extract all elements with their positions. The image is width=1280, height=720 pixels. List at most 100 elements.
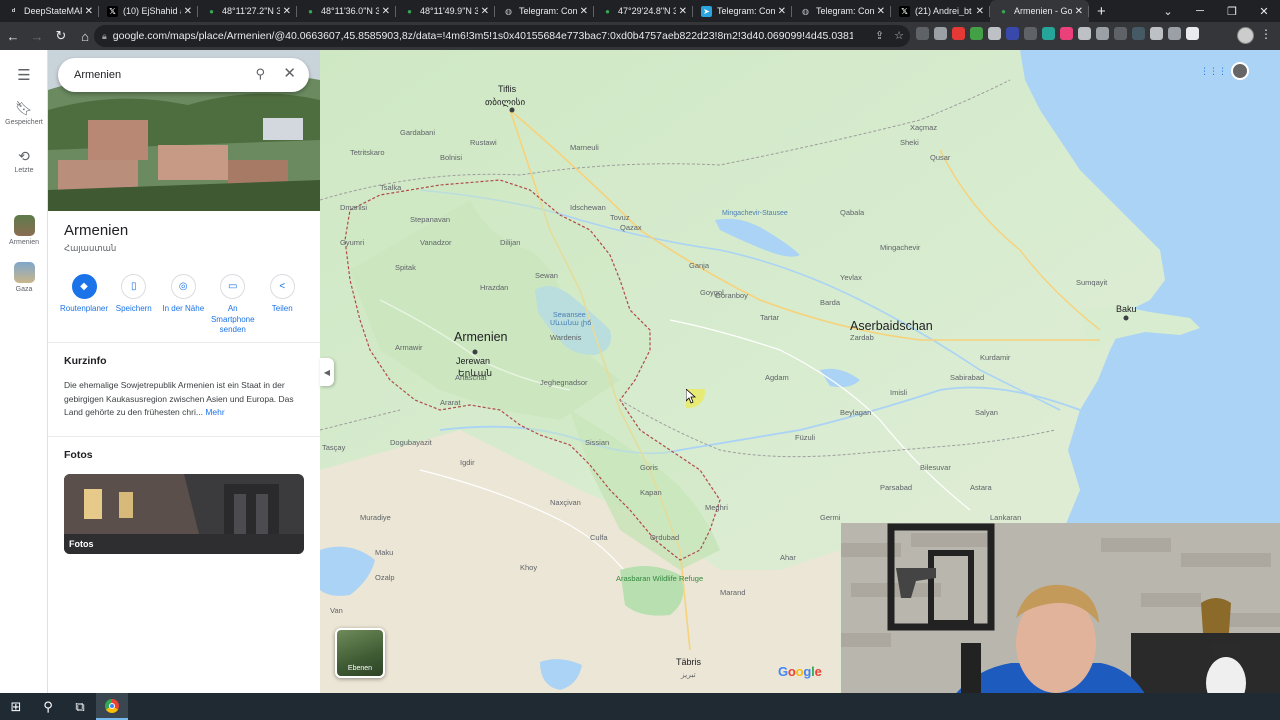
extension-icon[interactable] xyxy=(916,27,929,40)
nearby-button[interactable]: ◎ In der Nähe xyxy=(160,274,208,336)
layers-button[interactable]: Ebenen xyxy=(335,628,385,678)
rail-gaza[interactable]: Gaza xyxy=(0,262,48,293)
label-lake-sevan[interactable]: Sewansee xyxy=(553,312,586,319)
map-place-label[interactable]: Xaçmaz xyxy=(910,123,937,132)
extension-icon[interactable] xyxy=(1096,27,1109,40)
map-place-label[interactable]: Armawir xyxy=(395,343,423,352)
map-place-label[interactable]: Kurdamir xyxy=(980,353,1011,362)
map-place-label[interactable]: Mingachevir xyxy=(880,243,921,252)
extension-icon[interactable] xyxy=(970,27,983,40)
search-input[interactable] xyxy=(74,69,244,81)
tab-close-icon[interactable]: ✕ xyxy=(877,6,885,17)
browser-tab[interactable]: ● 48°11'27.2"N 3 ✕ xyxy=(198,0,297,22)
extension-icon[interactable] xyxy=(1042,27,1055,40)
extensions-puzzle-icon[interactable] xyxy=(1150,27,1163,40)
browser-tab[interactable]: ◍ Telegram: Cont ✕ xyxy=(495,0,594,22)
browser-tab[interactable]: ➤ Telegram: Cont ✕ xyxy=(693,0,792,22)
label-tabriz[interactable]: Täbris xyxy=(676,657,702,667)
restore-button[interactable]: ❐ xyxy=(1216,5,1248,18)
minimize-button[interactable]: ─ xyxy=(1184,5,1216,17)
map-place-label[interactable]: Wardenis xyxy=(550,333,582,342)
map-place-label[interactable]: Bolnisi xyxy=(440,153,462,162)
browser-tab[interactable]: ● 48°11'36.0"N 3 ✕ xyxy=(297,0,396,22)
reading-list-icon[interactable] xyxy=(1168,27,1181,40)
map-place-label[interactable]: Marand xyxy=(720,588,745,597)
map-place-label[interactable]: Sabirabad xyxy=(950,373,984,382)
chrome-menu-icon[interactable]: ⋮ xyxy=(1260,27,1272,41)
browser-tab[interactable]: ◍ Telegram: Cont ✕ xyxy=(792,0,891,22)
map-place-label[interactable]: Tetritskaro xyxy=(350,148,385,157)
task-view-button[interactable]: ⧉ xyxy=(64,693,96,720)
extension-icon[interactable] xyxy=(952,27,965,40)
extension-icon[interactable] xyxy=(1060,27,1073,40)
map-place-label[interactable]: Ahar xyxy=(780,553,796,562)
share-page-icon[interactable]: ⇪ xyxy=(875,29,884,42)
close-window-button[interactable]: ✕ xyxy=(1248,5,1280,18)
map-place-label[interactable]: Astara xyxy=(970,483,993,492)
apps-grid-icon[interactable]: ⋮⋮⋮ xyxy=(1200,66,1227,77)
map-place-label[interactable]: Idschewan xyxy=(570,203,606,212)
map-place-label[interactable]: Khoy xyxy=(520,563,537,572)
save-button[interactable]: ▯ Speichern xyxy=(110,274,158,336)
chrome-app[interactable] xyxy=(96,693,128,720)
tbilisi-dot[interactable] xyxy=(509,107,515,113)
map-place-label[interactable]: Ordubad xyxy=(650,533,679,542)
map-place-label[interactable]: Parsabad xyxy=(880,483,912,492)
bookmark-star-icon[interactable]: ☆ xyxy=(894,29,904,42)
tab-search-icon[interactable]: ⌄ xyxy=(1152,5,1184,18)
map-place-label[interactable]: Agdam xyxy=(765,373,789,382)
map-place-label[interactable]: Muradiye xyxy=(360,513,391,522)
tab-close-icon[interactable]: ✕ xyxy=(679,6,687,17)
site-info-icon[interactable]: 🔒︎ xyxy=(102,31,107,42)
map-place-label[interactable]: Stepanavan xyxy=(410,215,450,224)
extension-icon[interactable] xyxy=(1006,27,1019,40)
search-button[interactable]: ⚲ xyxy=(32,693,64,720)
browser-tab[interactable]: 𝕏 (21) Andrei_bt ✕ xyxy=(891,0,990,22)
map-place-label[interactable]: Maku xyxy=(375,548,393,557)
extension-icon[interactable] xyxy=(934,27,947,40)
map-place-label[interactable]: Artaschat xyxy=(455,373,488,382)
share-button[interactable]: < Teilen xyxy=(259,274,307,336)
map-place-label[interactable]: Jeghegnadsor xyxy=(540,378,588,387)
map-place-label[interactable]: Culfa xyxy=(590,533,608,542)
map-place-label[interactable]: Füzuli xyxy=(795,433,815,442)
yerevan-dot[interactable] xyxy=(472,349,478,355)
browser-tab[interactable]: ● 47°29'24.8"N 3 ✕ xyxy=(594,0,693,22)
map-place-label[interactable]: Marneuli xyxy=(570,143,599,152)
map-place-label[interactable]: Kapan xyxy=(640,488,662,497)
extension-icon[interactable] xyxy=(1024,27,1037,40)
browser-tab[interactable]: ● 48°11'49.9"N 3 ✕ xyxy=(396,0,495,22)
directions-button[interactable]: ◆ Routenplaner xyxy=(60,274,108,336)
collapse-panel-button[interactable]: ◀ xyxy=(320,358,334,386)
label-ganja[interactable]: Ganja xyxy=(689,261,710,270)
tab-close-icon[interactable]: ✕ xyxy=(481,6,489,17)
rail-saved[interactable]: 🔖︎ Gespeichert xyxy=(0,100,48,126)
map-place-label[interactable]: Imisli xyxy=(890,388,907,397)
map-place-label[interactable]: Sissian xyxy=(585,438,609,447)
tab-close-icon[interactable]: ✕ xyxy=(283,6,291,17)
map-place-label[interactable]: Goranboy xyxy=(715,291,748,300)
tab-close-icon[interactable]: ✕ xyxy=(1075,6,1083,17)
map-place-label[interactable]: Igdir xyxy=(460,458,475,467)
map-place-label[interactable]: Dmanisi xyxy=(340,203,367,212)
tab-close-icon[interactable]: ✕ xyxy=(976,6,984,17)
rail-recent[interactable]: ⟲ Letzte xyxy=(0,148,48,174)
map-place-label[interactable]: Bilesuvar xyxy=(920,463,951,472)
tab-close-icon[interactable]: ✕ xyxy=(382,6,390,17)
new-tab-button[interactable]: + xyxy=(1089,0,1114,22)
account-avatar[interactable] xyxy=(1231,62,1249,80)
map-place-label[interactable]: Beylagan xyxy=(840,408,871,417)
label-tbilisi[interactable]: Tiflis xyxy=(498,84,517,94)
close-icon[interactable]: ✕ xyxy=(283,64,296,82)
label-yerevan[interactable]: Jerewan xyxy=(456,356,490,366)
map-place-label[interactable]: Meghri xyxy=(705,503,728,512)
map-place-label[interactable]: Dilijan xyxy=(500,238,520,247)
map-place-label[interactable]: Gardabani xyxy=(400,128,435,137)
map-place-label[interactable]: Zardab xyxy=(850,333,874,342)
home-icon[interactable]: ⌂ xyxy=(74,29,96,44)
map-place-label[interactable]: Qazax xyxy=(620,223,642,232)
search-icon[interactable]: ⚲ xyxy=(255,66,265,82)
label-baku[interactable]: Baku xyxy=(1116,304,1137,314)
map-place-label[interactable]: Goris xyxy=(640,463,658,472)
extension-icon[interactable] xyxy=(988,27,1001,40)
